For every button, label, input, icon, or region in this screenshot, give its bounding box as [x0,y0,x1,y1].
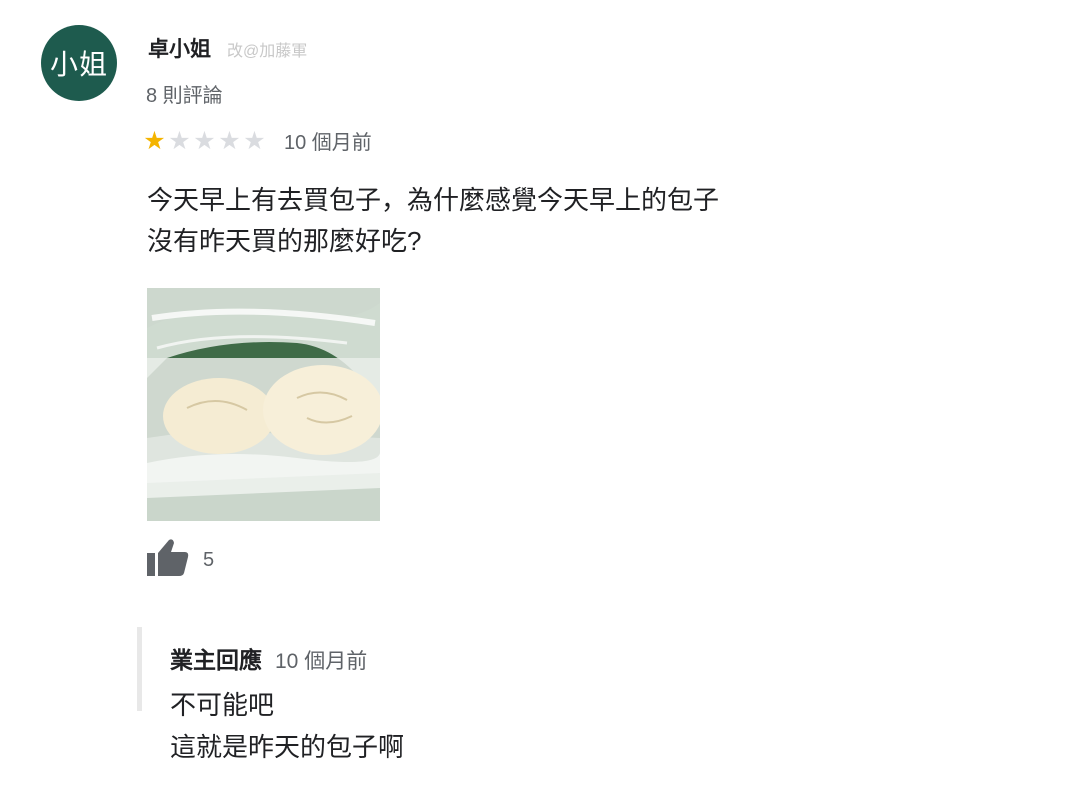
review-text-line: 今天早上有去買包子，為什麼感覺今天早上的包子 [147,185,720,215]
star-icon-filled: ★ [143,126,166,155]
steamed-buns-photo-icon [147,288,380,521]
star-rating: ★ ★ ★ ★ ★ [142,127,267,155]
thumbs-up-icon [147,539,189,576]
review-text-line: 沒有昨天買的那麼好吃? [147,226,422,256]
star-icon-empty: ★ [168,126,191,155]
star-icon-empty: ★ [218,126,241,155]
owner-reply-time: 10 個月前 [275,650,368,673]
review-count[interactable]: 8 則評論 [146,79,223,108]
star-icon-empty: ★ [193,126,216,155]
like-count: 5 [203,548,215,571]
reviewer-header: 卓小姐 改@加藤軍 [148,33,307,63]
review-time: 10 個月前 [284,132,372,154]
edit-note: 改@加藤軍 [227,43,308,60]
review-photo[interactable] [147,288,380,521]
like-button[interactable]: 5 [147,538,214,576]
owner-reply-text: 不可能吧 這就是昨天的包子啊 [170,684,404,768]
owner-reply-header: 業主回應 10 個月前 [170,641,367,675]
owner-reply-line: 這就是昨天的包子啊 [170,732,405,762]
owner-reply-line: 不可能吧 [170,690,275,720]
star-icon-empty: ★ [243,126,266,155]
reviewer-name[interactable]: 卓小姐 [148,33,211,63]
avatar[interactable]: 小姐 [41,25,117,101]
review-text: 今天早上有去買包子，為什麼感覺今天早上的包子 沒有昨天買的那麼好吃? [147,180,847,262]
rating-row: ★ ★ ★ ★ ★ 10 個月前 [142,126,372,155]
owner-reply-label: 業主回應 [170,647,262,673]
